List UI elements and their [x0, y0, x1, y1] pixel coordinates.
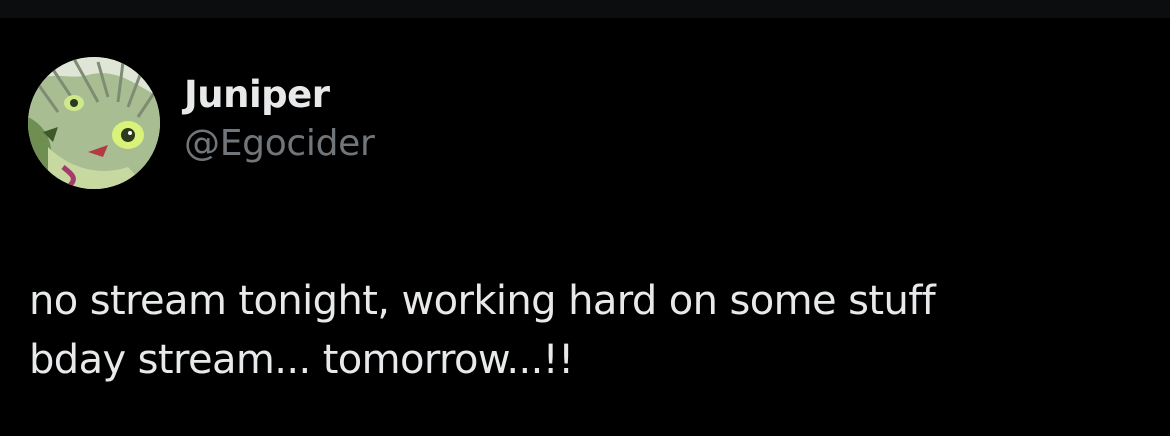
tweet-text: no stream tonight, working hard on some … — [29, 272, 1139, 390]
author-names: Juniper @Egocider — [184, 71, 375, 169]
avatar-image — [28, 57, 160, 189]
user-handle[interactable]: @Egocider — [184, 119, 375, 169]
tweet-text-line: bday stream... tomorrow...!! — [29, 337, 574, 383]
tweet-text-line: no stream tonight, working hard on some … — [29, 278, 936, 324]
display-name[interactable]: Juniper — [184, 71, 375, 119]
top-bar — [0, 0, 1170, 18]
avatar[interactable] — [28, 57, 160, 189]
